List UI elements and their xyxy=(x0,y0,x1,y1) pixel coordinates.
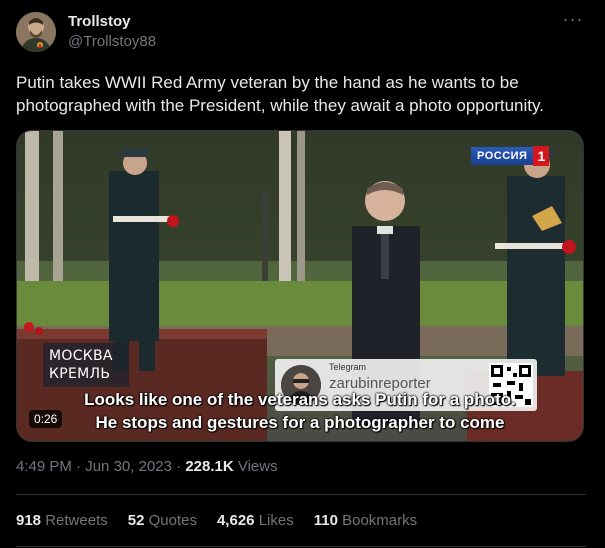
user-avatar-icon[interactable] xyxy=(16,12,56,52)
likes-label: Likes xyxy=(258,512,294,529)
quotes-count: 52 xyxy=(127,512,145,529)
telegram-label: Telegram xyxy=(329,362,367,372)
likes-stat[interactable]: 4,626 Likes xyxy=(217,512,294,529)
quotes-stat[interactable]: 52 Quotes xyxy=(128,512,197,529)
bookmarks-stat[interactable]: 110 Bookmarks xyxy=(314,512,417,529)
views-count: 228.1K xyxy=(185,458,234,475)
video-player[interactable]: РОССИЯ 1 МОСКВА КРЕМЛЬ Telegram zarubinr… xyxy=(16,130,584,442)
more-options-icon[interactable]: ··· xyxy=(562,10,584,32)
subtitle-line-1: Looks like one of the veterans asks Puti… xyxy=(84,390,516,409)
retweets-label: Retweets xyxy=(45,512,108,529)
location-line-1: МОСКВА xyxy=(49,348,113,364)
location-line-2: КРЕМЛЬ xyxy=(49,366,111,382)
views-label: Views xyxy=(237,458,278,475)
tweet-meta: 4:49 PM · Jun 30, 2023 · 228.1K Views xyxy=(16,458,278,475)
author-name[interactable]: Trollstoy xyxy=(68,13,131,30)
author-handle[interactable]: @Trollstoy88 xyxy=(68,33,156,50)
engagement-stats: 918 Retweets 52 Quotes 4,626 Likes 110 B… xyxy=(16,512,437,529)
divider xyxy=(16,546,586,547)
tweet-text: Putin takes WWII Red Army veteran by the… xyxy=(16,73,544,115)
tweet-time[interactable]: 4:49 PM xyxy=(16,458,72,475)
video-timecode: 0:26 xyxy=(29,410,63,428)
meta-separator: · xyxy=(76,458,82,475)
subtitle-line-2: He stops and gestures for a photographer… xyxy=(95,413,505,432)
bookmarks-count: 110 xyxy=(313,512,338,529)
meta-separator: · xyxy=(176,458,182,475)
bookmarks-label: Bookmarks xyxy=(342,512,418,529)
channel-logo: РОССИЯ 1 xyxy=(471,146,550,166)
tweet: Trollstoy @Trollstoy88 ··· Putin takes W… xyxy=(0,0,605,548)
divider xyxy=(16,494,586,495)
tweet-date[interactable]: Jun 30, 2023 xyxy=(85,458,172,475)
retweets-stat[interactable]: 918 Retweets xyxy=(16,512,108,529)
channel-name: РОССИЯ xyxy=(471,147,534,165)
retweets-count: 918 xyxy=(16,512,42,529)
quotes-label: Quotes xyxy=(148,512,197,529)
location-caption: МОСКВА КРЕМЛЬ xyxy=(43,343,129,387)
likes-count: 4,626 xyxy=(216,512,255,529)
channel-number: 1 xyxy=(533,146,550,166)
